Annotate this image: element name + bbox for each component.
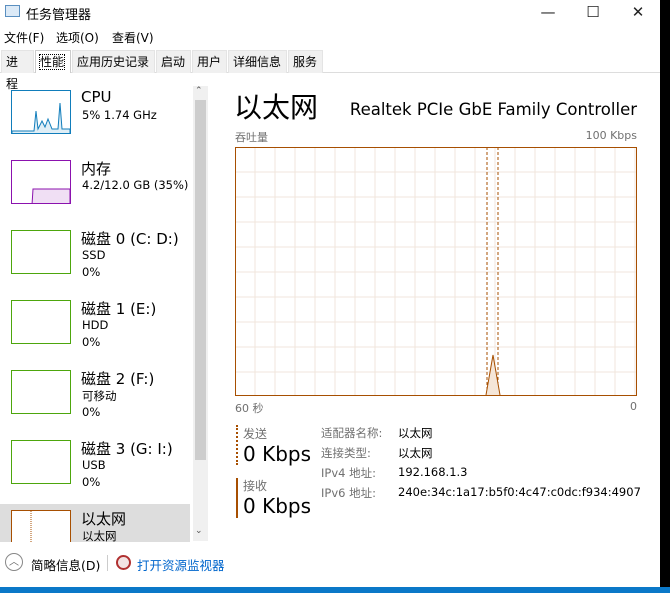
sidebar-item-2[interactable]: 磁盘 0 (C: D:) SSD 0% [0, 224, 190, 292]
menu-file[interactable]: 文件(F) [4, 29, 44, 46]
detail-value: 192.168.1.3 [398, 465, 468, 479]
chevron-up-icon[interactable]: ︿ [5, 553, 23, 571]
less-details-button[interactable]: 简略信息(D) [31, 555, 100, 574]
page-title: 以太网 [234, 91, 319, 124]
item-line1: USB [82, 458, 106, 472]
mini-graph [11, 440, 71, 484]
background-window [660, 0, 670, 593]
tab-details[interactable]: 详细信息 [228, 50, 287, 73]
resource-monitor-link[interactable]: 打开资源监视器 [137, 555, 225, 574]
item-name: 内存 [81, 160, 112, 178]
tab-startup[interactable]: 启动 [156, 50, 191, 73]
sidebar: CPU 5% 1.74 GHz 内存 4.2/12.0 GB (35%) 磁盘 … [0, 84, 192, 542]
send-value: 0 Kbps [243, 442, 312, 466]
tab-bar: 进程 性能 应用历史记录 启动 用户 详细信息 服务 [0, 50, 660, 91]
tab-performance[interactable]: 性能 [35, 50, 71, 73]
item-line1: 5% 1.74 GHz [82, 108, 157, 122]
tab-users[interactable]: 用户 [192, 50, 227, 73]
tab-services[interactable]: 服务 [288, 50, 323, 73]
throughput-label: 吞吐量 [235, 131, 268, 144]
item-name: 磁盘 1 (E:) [81, 300, 157, 318]
recv-indicator [236, 478, 238, 518]
item-line2: 0% [82, 405, 101, 419]
item-line1: SSD [82, 248, 106, 262]
mini-graph [11, 90, 71, 136]
item-line1: 以太网 [82, 529, 117, 542]
menu-view[interactable]: 查看(V) [112, 29, 154, 46]
detail-value: 以太网 [398, 446, 433, 460]
item-line1: 4.2/12.0 GB (35%) [82, 178, 189, 192]
detail-label: 适配器名称: [321, 426, 383, 440]
app-icon [5, 5, 20, 17]
sidebar-item-0[interactable]: CPU 5% 1.74 GHz [0, 84, 190, 152]
max-label: 100 Kbps [585, 129, 637, 142]
mini-graph [11, 370, 71, 414]
detail-label: IPv6 地址: [321, 486, 376, 500]
close-button[interactable]: ✕ [615, 0, 661, 24]
time-label: 60 秒 [235, 402, 264, 415]
window-title: 任务管理器 [26, 8, 92, 23]
mini-graph [11, 510, 71, 542]
item-line2: 0% [82, 475, 101, 489]
item-line2: 0% [82, 265, 101, 279]
item-line2: 0% [82, 335, 101, 349]
sidebar-item-6[interactable]: 以太网 以太网 发送: 0 接收: 0 Kbps [0, 504, 190, 542]
item-name: 磁盘 2 (F:) [81, 370, 155, 388]
resource-monitor-icon [116, 555, 131, 570]
taskbar [0, 587, 670, 593]
mini-graph [11, 230, 71, 274]
mini-graph [11, 160, 71, 206]
recv-label: 接收 [243, 479, 268, 493]
sidebar-item-1[interactable]: 内存 4.2/12.0 GB (35%) [0, 154, 190, 222]
detail-label: IPv4 地址: [321, 466, 376, 480]
tab-app-history[interactable]: 应用历史记录 [72, 50, 155, 73]
recv-series [485, 354, 501, 396]
tab-processes[interactable]: 进程 [1, 50, 34, 91]
item-line1: 可移动 [82, 389, 117, 403]
maximize-button[interactable]: ☐ [570, 0, 616, 24]
item-name: 以太网 [81, 510, 127, 528]
item-name: 磁盘 3 (G: I:) [81, 440, 173, 458]
detail-label: 连接类型: [321, 446, 371, 460]
recv-value: 0 Kbps [243, 494, 312, 518]
item-name: 磁盘 0 (C: D:) [81, 230, 179, 248]
item-line1: HDD [82, 318, 109, 332]
sidebar-item-3[interactable]: 磁盘 1 (E:) HDD 0% [0, 294, 190, 362]
detail-value: 以太网 [398, 426, 433, 440]
adapter-name: Realtek PCIe GbE Family Controller [349, 100, 637, 119]
divider [107, 555, 108, 571]
item-name: CPU [81, 88, 112, 106]
menu-options[interactable]: 选项(O) [56, 29, 99, 46]
minimize-button[interactable]: — [525, 0, 571, 24]
min-label: 0 [630, 400, 637, 413]
scrollbar-thumb[interactable] [195, 100, 206, 460]
detail-value: 240e:34c:1a17:b5f0:4c47:c0dc:f934:4907 [398, 485, 641, 499]
sidebar-item-5[interactable]: 磁盘 3 (G: I:) USB 0% [0, 434, 190, 502]
scroll-down-icon[interactable]: ⌄ [195, 526, 203, 536]
mini-graph [11, 300, 71, 344]
send-label: 发送 [243, 427, 268, 441]
throughput-chart [235, 147, 637, 396]
send-indicator [236, 425, 238, 465]
scroll-up-icon[interactable]: ⌃ [195, 86, 203, 96]
sidebar-item-4[interactable]: 磁盘 2 (F:) 可移动 0% [0, 364, 190, 432]
